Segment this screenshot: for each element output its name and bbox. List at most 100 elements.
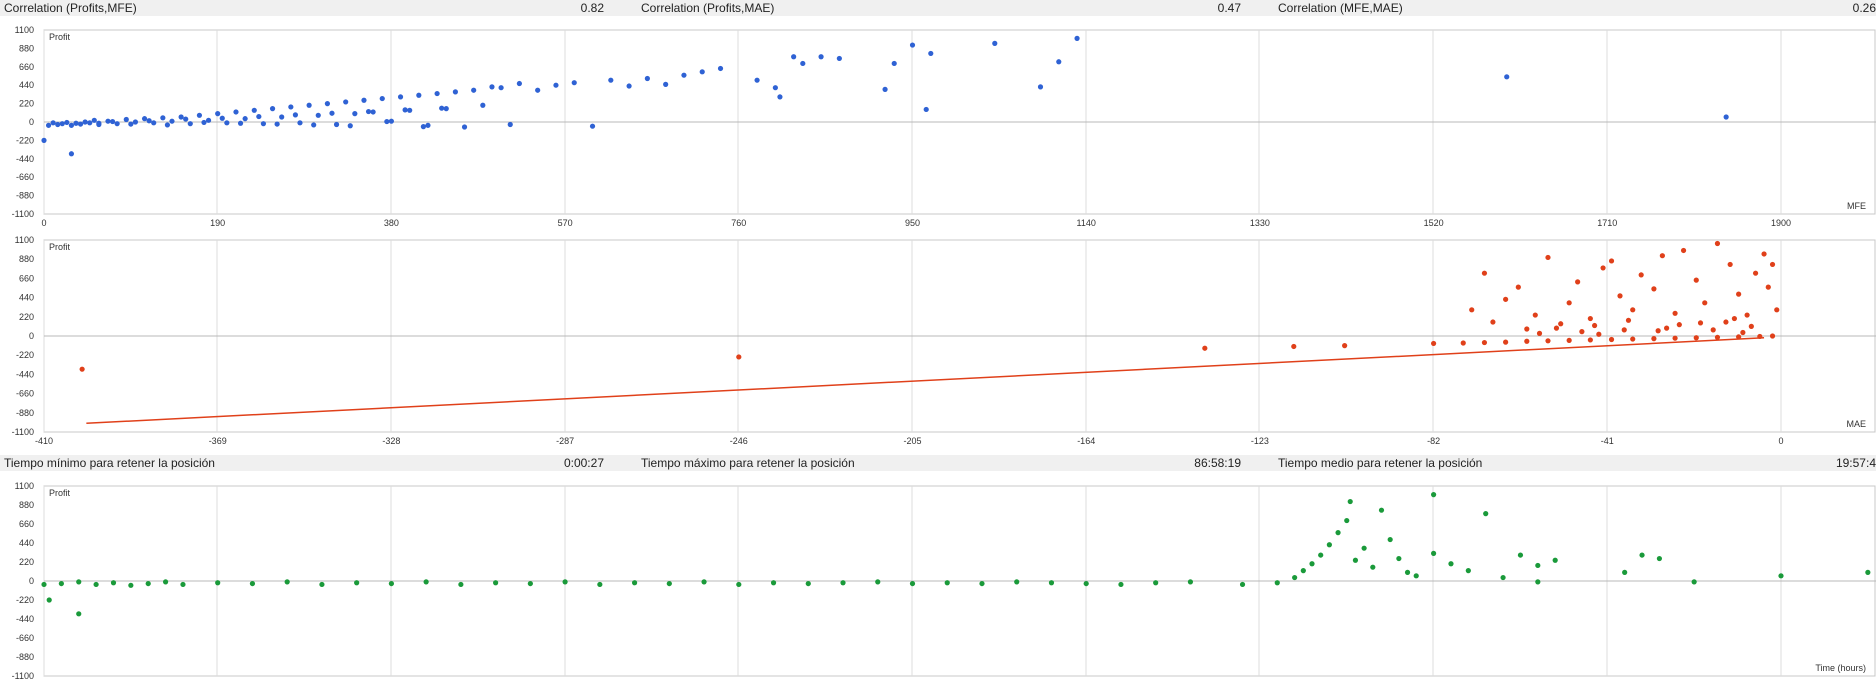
stat-value-corr-profit-mae: 0.47 [1217,1,1241,15]
data-point [1524,326,1530,332]
data-point [311,122,317,128]
data-point [589,123,596,129]
data-point [178,114,184,120]
data-point [1655,328,1661,334]
data-point [777,94,783,100]
data-point [201,119,207,126]
y-tick-label: 0 [29,576,34,586]
data-point [68,122,75,128]
data-point [891,60,897,67]
data-point [407,107,413,113]
data-point [260,121,267,127]
data-point [800,60,806,67]
data-point [1710,327,1716,333]
y-tick-label: -1100 [12,209,34,219]
data-point [397,94,404,100]
y-tick-label: 440 [19,80,34,90]
data-point [666,580,672,587]
data-point [110,580,117,586]
profit-vs-time-chart: 1100 880 660 440 220 0 -220 -440 -660 -880 -1100 Pr… [12,481,1876,681]
x-axis-label: MAE [1846,419,1866,429]
x-tick-label: -82 [1427,436,1440,446]
data-point [461,124,468,130]
data-point [458,581,464,588]
data-point [1056,59,1062,65]
data-point [1431,550,1437,556]
data-point [1300,568,1306,574]
data-point [160,115,166,121]
data-point [480,102,486,108]
y-tick-label: -220 [16,350,34,360]
data-point [46,597,52,603]
data-point [324,101,331,107]
stats-bar-holding-time: Tiempo mínimo para retener la posición 0… [0,455,1876,471]
profit-vs-mae-chart: 11008806604402200-220-440-660-880-1100-4… [12,235,1876,446]
data-point [76,579,82,585]
data-point [1600,265,1606,271]
data-point [434,90,440,97]
data-point [146,118,152,124]
data-point [772,85,778,91]
data-point [439,105,445,111]
data-point [370,109,376,115]
x-tick-label: -410 [35,436,53,446]
data-point [1118,581,1124,588]
data-point [1638,272,1644,278]
data-point [388,580,394,587]
y-tick-label: 1100 [15,235,34,245]
y-tick-label: -440 [16,154,34,164]
data-point [1630,307,1636,313]
data-point [297,120,303,126]
data-point [663,81,669,87]
stat-value-avg-hold-time: 19:57:4 [1835,456,1876,470]
data-point [452,89,458,95]
data-point [527,580,533,587]
data-point [1659,253,1665,259]
data-point [1639,552,1645,558]
data-point [1765,284,1771,290]
data-point [284,579,290,585]
y-tick-label: 0 [29,117,34,127]
data-point [237,120,244,126]
y-tick-label: 0 [29,331,34,341]
data-point [1536,330,1543,336]
y-tick-label: 440 [19,538,34,548]
data-point [1545,254,1551,261]
data-point [1575,279,1581,285]
data-point [402,107,408,113]
data-point [1187,579,1194,585]
data-point [329,110,335,116]
data-point [608,77,614,83]
data-point [1757,333,1763,340]
data-point [1396,555,1402,562]
data-point [384,118,390,125]
data-point [1714,334,1721,340]
y-tick-label: -660 [16,633,34,643]
y-tick-label: 1100 [15,481,34,491]
data-point [1702,300,1708,306]
y-tick-label: -660 [16,172,34,182]
data-point [1617,293,1623,299]
y-tick-label: 440 [19,293,34,303]
data-point [1037,84,1044,90]
data-point [420,124,426,130]
data-point [128,121,134,127]
data-point [233,109,239,115]
y-axis-label: Profit [49,32,71,42]
data-point [1672,335,1678,341]
data-point [45,122,52,128]
x-tick-label: 950 [905,218,920,228]
data-point [1014,579,1020,585]
data-point [1431,340,1437,347]
data-point [553,82,559,88]
data-point [1693,277,1699,283]
data-point [626,83,632,89]
data-point [219,115,225,121]
data-point [64,119,70,126]
data-point [1608,336,1615,343]
data-point [68,151,75,157]
data-point [145,580,151,587]
data-point [909,42,916,48]
data-point [109,118,116,125]
data-point [1778,573,1784,579]
